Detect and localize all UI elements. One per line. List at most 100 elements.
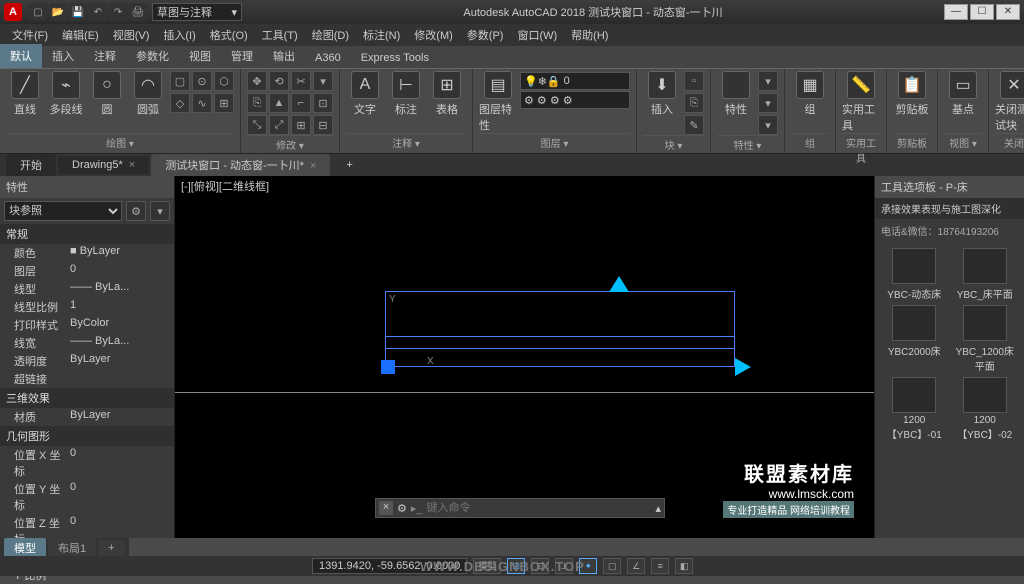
viewport-label[interactable]: [-][俯视][二维线框] [181,178,269,194]
quick-select-icon[interactable]: ⚙ [126,201,146,221]
qat-save-icon[interactable]: 💾 [69,3,87,21]
palette-item[interactable]: YBC2000床 [881,305,948,373]
prop-row[interactable]: 线宽—— ByLa... [0,334,174,352]
tool-dim[interactable]: ⊢标注 [387,71,425,117]
workspace-combo[interactable]: 草图与注释▾ [152,3,242,21]
tool-utilities[interactable]: 📏实用工具 [842,71,880,133]
palette-item[interactable]: 1200 【YBC】-01 [881,377,948,441]
tool-arc[interactable]: ◠圆弧 [129,71,167,117]
layout-tab[interactable]: 布局1 [48,538,96,558]
panel-annot-label[interactable]: 注释 ▾ [346,133,466,151]
array-icon[interactable]: ⊞ [291,115,311,135]
block-line[interactable] [385,336,735,337]
qat-plot-icon[interactable]: 🖨 [129,3,147,21]
tool-text[interactable]: A文字 [346,71,384,117]
doc-tab-test[interactable]: 测试块窗口 - 动态窗-一卜川*× [151,154,330,176]
cmdline-close-icon[interactable]: × [379,501,393,515]
pick-add-icon[interactable]: ▾ [150,201,170,221]
block-rectangle[interactable] [385,291,735,367]
ribbon-tab-parametric[interactable]: 参数化 [126,44,179,68]
ribbon-tab-express[interactable]: Express Tools [351,48,439,68]
prop-row[interactable]: 位置 X 坐标0 [0,446,174,480]
prop-row[interactable]: 透明度ByLayer [0,352,174,370]
palette-item[interactable]: YBC-动态床 [881,248,948,301]
tool-polyline[interactable]: ⌁多段线 [47,71,85,117]
menu-format[interactable]: 格式(O) [204,25,254,45]
layer-tools[interactable]: ⚙ ⚙ ⚙ ⚙ [520,91,630,109]
menu-file[interactable]: 文件(F) [6,25,54,45]
cmdline-chevron-icon[interactable]: ▴ [655,502,661,515]
tab-close-icon[interactable]: × [310,160,316,172]
copy-icon[interactable]: ⎘ [247,93,267,113]
qat-redo-icon[interactable]: ↷ [109,3,127,21]
menu-modify[interactable]: 修改(M) [408,25,459,45]
panel-modify-label[interactable]: 修改 ▾ [247,135,333,153]
menu-help[interactable]: 帮助(H) [565,25,614,45]
menu-draw[interactable]: 绘图(D) [306,25,355,45]
grip-basepoint[interactable] [381,360,395,374]
tool-insert[interactable]: ⬇插入 [643,71,681,117]
stretch-icon[interactable]: ⤡ [247,115,267,135]
qat-open-icon[interactable]: 📂 [49,3,67,21]
menu-window[interactable]: 窗口(W) [511,25,563,45]
draw-mini-icon[interactable]: ▢ [170,71,190,91]
qat-new-icon[interactable]: ▢ [29,3,47,21]
doc-tab-drawing5[interactable]: Drawing5*× [58,156,149,174]
command-input[interactable] [427,502,652,514]
panel-draw-label[interactable]: 绘图 ▾ [6,133,234,151]
ribbon-tab-a360[interactable]: A360 [305,48,351,68]
rotate-icon[interactable]: ⟲ [269,71,289,91]
model-tab[interactable]: 模型 [4,538,46,558]
palette-item[interactable]: YBC_床平面 [952,248,1019,301]
prop-row[interactable]: 图层0 [0,262,174,280]
ribbon-tab-default[interactable]: 默认 [0,44,42,68]
ribbon-tab-insert[interactable]: 插入 [42,44,84,68]
close-button[interactable]: ✕ [996,4,1020,20]
ribbon-tab-view[interactable]: 视图 [179,44,221,68]
menu-param[interactable]: 参数(P) [461,25,510,45]
status-otrack-icon[interactable]: ∠ [627,558,645,574]
status-transparency-icon[interactable]: ◧ [675,558,693,574]
drawing-canvas[interactable]: [-][俯视][二维线框] Y X × ⚙ ▸_ ▴ 联盟素材库 www.lms… [175,176,874,538]
grip-stretch-right[interactable] [735,358,751,376]
menu-edit[interactable]: 编辑(E) [56,25,105,45]
grip-stretch-up[interactable] [609,276,629,292]
ribbon-tab-annotate[interactable]: 注释 [84,44,126,68]
prop-row[interactable]: 位置 Y 坐标0 [0,480,174,514]
palette-item[interactable]: 1200 【YBC】-02 [952,377,1019,441]
maximize-button[interactable]: ☐ [970,4,994,20]
ribbon-tab-output[interactable]: 输出 [263,44,305,68]
prop-row[interactable]: 线型比例1 [0,298,174,316]
ribbon-tab-manage[interactable]: 管理 [221,44,263,68]
tool-close-block[interactable]: ✕关闭测试块 [995,71,1024,133]
command-line[interactable]: × ⚙ ▸_ ▴ [375,498,665,518]
tool-base[interactable]: ▭基点 [944,71,982,117]
tool-circle[interactable]: ○圆 [88,71,126,117]
prop-cat-general[interactable]: 常规 [0,224,174,244]
prop-row[interactable]: 材质ByLayer [0,408,174,426]
status-lwt-icon[interactable]: ≡ [651,558,669,574]
layout-add[interactable]: + [98,540,124,556]
cmdline-settings-icon[interactable]: ⚙ [397,502,407,515]
panel-block-label[interactable]: 块 ▾ [643,135,704,153]
prop-row[interactable]: 线型—— ByLa... [0,280,174,298]
prop-row[interactable]: 颜色■ ByLayer [0,244,174,262]
mirror-icon[interactable]: ▲ [269,93,289,113]
scale-icon[interactable]: ⤢ [269,115,289,135]
app-logo[interactable]: A [4,3,22,21]
tool-properties[interactable]: 特性 [717,71,755,117]
fillet-icon[interactable]: ⌐ [291,93,311,113]
prop-row[interactable]: 超链接 [0,370,174,388]
block-line[interactable] [385,348,735,349]
tool-group[interactable]: ▦组 [791,71,829,117]
doc-tab-new[interactable]: + [332,156,366,174]
trim-icon[interactable]: ✂ [291,71,311,91]
tab-close-icon[interactable]: × [129,159,135,171]
prop-cat-geom[interactable]: 几何图形 [0,426,174,446]
menu-insert[interactable]: 插入(I) [157,25,201,45]
status-osnap-icon[interactable]: ▢ [603,558,621,574]
tool-table[interactable]: ⊞表格 [428,71,466,117]
prop-row[interactable]: 打印样式ByColor [0,316,174,334]
panel-layer-label[interactable]: 图层 ▾ [479,133,630,151]
menu-view[interactable]: 视图(V) [107,25,156,45]
